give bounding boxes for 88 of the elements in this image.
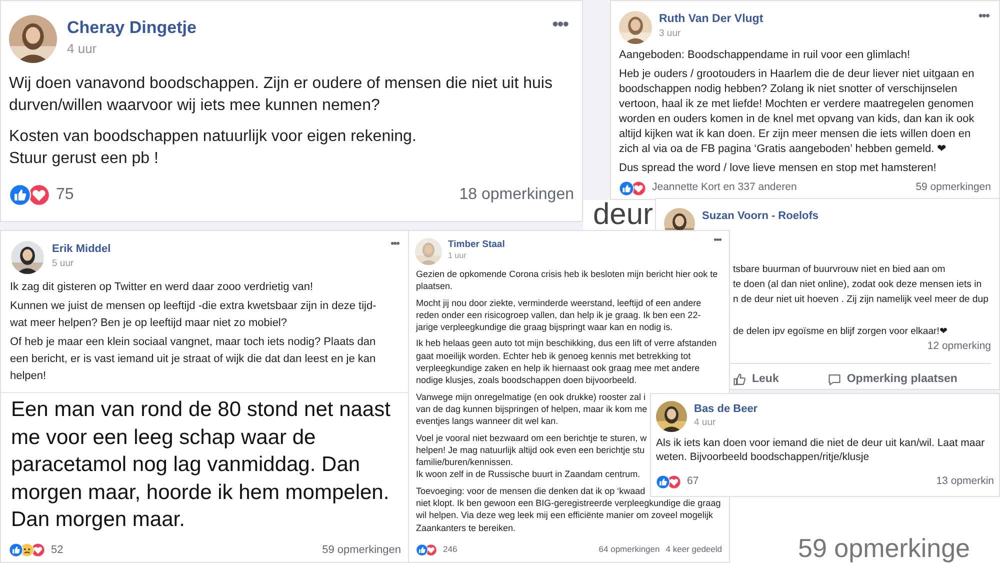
post-text-line: Ik woon zelf in de Russische buurt in Zaandam centrum. xyxy=(416,468,640,481)
post-text-line: Dus spread the word / love lieve mensen en stop met hamsteren! xyxy=(619,161,936,176)
post-text-line: te doen (al dan niet online), zodat ook deze mensen iets in xyxy=(733,278,982,292)
comments-link[interactable]: 59 opmerkingen xyxy=(916,180,991,196)
post-text-line: weten. Bijvoorbeeld boodschappen/ritje/klusje xyxy=(656,450,870,464)
post-text-line: zich al via oa de FB pagina ‘Gratis aangeboden’ hebben gemeld. ❤ xyxy=(619,142,946,157)
post-text-line: een bericht, er is vast iemand uit je straat of wijk die dat dan leest en je kan xyxy=(10,352,376,367)
reaction-count: 75 xyxy=(56,185,74,205)
post-text-line: tsbare buurman of buurvrouw niet en bied aan om xyxy=(733,263,946,277)
image-text-line: me voor een leeg schap waar de xyxy=(11,424,317,450)
post-text-line: helpen! xyxy=(10,369,46,384)
more-options-button[interactable]: ••• xyxy=(552,15,568,33)
author-link[interactable]: Bas de Beer xyxy=(694,404,758,415)
post-text-line: boodschappen nodig hebben? Zolang ik niet snotter of verschijnselen xyxy=(619,82,958,97)
post-text-line: Toevoeging: voor de mensen die denken dat ik op ‘kwaad xyxy=(416,484,646,498)
comment-button[interactable]: Opmerking plaatsen xyxy=(826,370,958,388)
reaction-count: 67 xyxy=(687,474,699,490)
post-text-line: Stuur gerust een pb ! xyxy=(9,149,158,169)
post-text-fragment: 59 opmerkinge xyxy=(798,533,970,563)
post-text-line: plaatsen. xyxy=(416,280,453,293)
image-text-line: paracetamol nog lag vanmiddag. Dan xyxy=(11,452,362,478)
author-link[interactable]: Cheray Dingetje xyxy=(67,19,196,36)
post-text-line: Of heb je maar een klein sociaal vangnet, maar toch iets nodig? Plaats dan xyxy=(10,335,376,350)
post-text-line: Kunnen we juist de mensen op leeftijd -die extra kwetsbaar zijn in deze tijd- xyxy=(10,299,376,314)
post-text-line: nodige klusjes, zoals boodschappen doen bijvoorbeeld. xyxy=(416,374,637,387)
post-time: 1 uur xyxy=(448,252,468,260)
author-link[interactable]: Ruth Van Der Vlugt xyxy=(659,14,764,26)
more-options-button[interactable]: ••• xyxy=(713,236,721,246)
comments-link[interactable]: 59 opmerkingen xyxy=(322,542,401,558)
thumbs-up-icon xyxy=(732,372,747,387)
post-text-line: Als ik iets kan doen voor iemand die niet de deur uit kan/wil. Laat maar xyxy=(656,436,985,450)
post-time: 4 uur xyxy=(694,418,717,428)
post-text-line: Vanwege mijn onregelmatige (en ook drukke) rooster zal i xyxy=(416,390,646,403)
post-text-line: familie/buren/kennissen. xyxy=(416,456,514,468)
post-text-line: Heb je ouders / grootouders in Haarlem die de deur liever niet uitgaan en xyxy=(619,67,974,82)
post-text-line: Ik zag dit gisteren op Twitter en werd daar zooo verdrietig van! xyxy=(10,280,314,295)
more-options-button[interactable]: ••• xyxy=(978,9,989,22)
post-time: 4 uur xyxy=(67,42,98,55)
post-text-line: Wij doen vanavond boodschappen. Zijn er oudere of mensen die niet uit huis xyxy=(9,74,552,94)
post-text-line: worden en ouders komen in de knel met opvang van kids, dan kan ik ook xyxy=(619,112,974,127)
reaction-count: 52 xyxy=(51,542,64,558)
comments-link[interactable]: 64 opmerkingen xyxy=(598,543,660,556)
post-text-line: Aangeboden: Boodschappendame in ruil voor een glimlach! xyxy=(619,48,910,63)
image-text-line: morgen maar, hoorde ik hem mompelen. xyxy=(11,480,390,506)
post-text-line: gaat moeilijk worden. Echter heb ik genoeg kennis met betrekking tot xyxy=(416,350,691,362)
image-text-line: Een man van rond de 80 stond net naast xyxy=(11,397,392,423)
like-icon xyxy=(619,180,634,196)
post-text-line: Ik heb helaas geen auto tot mijn beschikking, dus een lift of verre afstanden xyxy=(416,337,717,350)
post-text-line: Zaankanters te bereiken. xyxy=(416,522,516,534)
like-icon xyxy=(656,475,670,490)
post-text-line: vertoon, haal ik ze met liefde! Mochten er verdere maatregelen genomen xyxy=(619,97,974,112)
comments-link[interactable]: 12 opmerking xyxy=(927,339,991,355)
post-text-line: eventjes langs wanneer dit wel kan. xyxy=(416,415,558,428)
comments-link[interactable]: 13 opmerkin xyxy=(936,474,994,490)
sad-face-icon xyxy=(20,542,34,557)
post-text-fragment: deur xyxy=(593,200,654,230)
post-text-line: Voel je vooral niet bezwaard om een berichtje te sturen, w xyxy=(416,432,647,444)
author-link[interactable]: Erik Middel xyxy=(52,244,111,255)
post-time: 3 uur xyxy=(659,28,682,38)
reaction-count: 246 xyxy=(443,543,458,556)
post-text-line: Kosten van boodschappen natuurlijk voor eigen rekening. xyxy=(9,127,416,147)
post-text-line: de delen ipv egoïsme en blijf zorgen voor elkaar!❤ xyxy=(733,325,948,339)
image-text-line: Dan morgen maar. xyxy=(11,507,186,533)
like-button[interactable]: Leuk xyxy=(732,370,779,388)
post-text-line: reden onder een risicogroep vallen, dan help ik je graag. Ik ben een 22- xyxy=(416,308,701,322)
post-text-line: wat meer helpen? Ben je op leeftijd maar niet zo mobiel? xyxy=(10,316,287,331)
post-text-line: verpleegkundige zaken en help ik hiernaast ook graag mee met andere xyxy=(416,362,700,374)
post-text-line: Mocht jij nou door ziekte, verminderde weerstand, leeftijd of een andere xyxy=(416,296,702,309)
heart-icon xyxy=(425,544,437,556)
like-icon xyxy=(9,184,31,206)
comments-link[interactable]: 18 opmerkingen xyxy=(459,183,574,207)
post-text-line: niet klopt. Ik ben gewoon een BIG-geregistreerde verpleegkundige die graag xyxy=(416,497,721,510)
post-text-line: durven/willen waarvoor wij iets mee kunnen nemen? xyxy=(9,96,380,116)
post-text-line: altijd kijken wat ik kan doen. Er zijn meer mensen die iets willen doen en xyxy=(619,127,971,142)
post-text-line: van de dag kunnen bijspringen of helpen, maar ik kom me xyxy=(416,402,648,416)
author-link[interactable]: Suzan Voorn - Roelofs xyxy=(702,211,819,222)
post-text-line: helpen! Je mag natuurlijk altijd ook even een berichtje stu xyxy=(416,444,645,456)
post-text-line: n de deur niet uit hoeven . Zij zijn namelijk veel meer de dup xyxy=(733,293,988,307)
post-time: 5 uur xyxy=(52,259,75,268)
post-text-line: wil helpen. Via deze weg leek mij een efficiënte manier om zoveel mogelijk xyxy=(416,509,713,522)
more-options-button[interactable]: ••• xyxy=(390,239,399,250)
shares-link[interactable]: 4 keer gedeeld xyxy=(666,543,722,556)
like-icon xyxy=(9,542,23,557)
post-text-line: jarige verpleegkundige die graag bijspringt waar kan en nodig is. xyxy=(416,321,673,334)
post-text-line: Gezien de opkomende Corona crisis heb ik besloten mijn bericht hier ook te xyxy=(416,268,718,280)
reaction-count: Jeannette Kort en 337 anderen xyxy=(652,180,797,196)
author-link[interactable]: Timber Staal xyxy=(448,240,505,250)
speech-bubble-icon xyxy=(826,372,842,387)
